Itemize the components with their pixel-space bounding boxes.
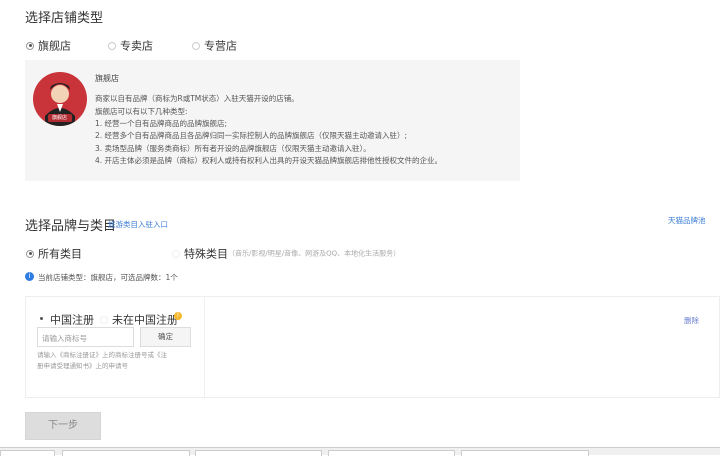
bottom-tab[interactable]	[62, 450, 190, 456]
brand-pool-link[interactable]: 天猫品牌池	[668, 215, 706, 226]
radio-flagship[interactable]: 旗舰店	[26, 35, 71, 54]
brand-section-title: 选择品牌与类目	[25, 219, 117, 234]
shop-type-title: 选择店铺类型	[25, 11, 104, 26]
delete-link[interactable]: 删除	[684, 315, 699, 326]
description-line: 1. 经营一个自有品牌商品的品牌旗舰店;	[95, 119, 228, 128]
radio-exclusive[interactable]: 专卖店	[108, 35, 153, 54]
radio-label: 未在中国注册	[112, 313, 178, 327]
radio-dot	[172, 249, 180, 258]
radio-label: 旗舰店	[38, 39, 71, 53]
radio-dot	[26, 249, 34, 258]
radio-specialty[interactable]: 专营店	[192, 35, 237, 54]
panel-divider	[204, 297, 205, 397]
bottom-tab[interactable]	[328, 450, 455, 456]
info-icon: i	[25, 272, 34, 281]
description-line: 3. 卖场型品牌（服务类商标）所有者开设的品牌旗舰店（仅限天猫主动邀请入驻）。	[95, 144, 371, 153]
bottom-tab-strip	[0, 447, 720, 456]
trademark-hint: 请输入《商标注册证》上的商标注册号或《注	[37, 351, 167, 359]
bottom-tab[interactable]	[461, 450, 589, 456]
description-line: 商家以自有品牌（商标为R或TM状态）入驻天猫开设的店铺。	[95, 94, 299, 103]
description-line: 2. 经营多个自有品牌商品且各品牌归同一实际控制人的品牌旗舰店（仅限天猫主动邀请…	[95, 131, 408, 140]
radio-dot	[192, 41, 200, 50]
radio-dot	[100, 315, 108, 324]
radio-dot	[108, 41, 116, 50]
radio-dot	[38, 316, 46, 324]
trademark-input[interactable]: 请输入商标号	[37, 327, 134, 347]
travel-category-link[interactable]: 旅游类目入驻入口	[108, 219, 168, 230]
radio-label: 特殊类目	[184, 247, 228, 261]
trademark-hint: 册申请受理通知书》上的申请号	[37, 362, 128, 370]
description-heading: 旗舰店	[95, 74, 119, 83]
bottom-tab[interactable]	[0, 450, 55, 456]
radio-china-registered[interactable]: 中国注册	[38, 309, 94, 328]
flagship-avatar: 旗舰店	[33, 72, 87, 126]
radio-label: 所有类目	[38, 247, 82, 261]
confirm-button[interactable]: 确定	[140, 327, 191, 347]
radio-all-categories[interactable]: 所有类目	[26, 243, 82, 262]
brand-count-info: 当前店铺类型：旗舰店，可选品牌数：1个	[38, 273, 178, 282]
radio-label: 专营店	[204, 39, 237, 53]
avatar-badge: 旗舰店	[52, 115, 68, 121]
radio-special-categories[interactable]: 特殊类目（音乐/影视/明星/音像、网游及QQ、本地化生活服务）	[172, 243, 400, 262]
radio-label: 专卖店	[120, 39, 153, 53]
next-step-button[interactable]: 下一步	[25, 412, 101, 440]
special-categories-note: （音乐/影视/明星/音像、网游及QQ、本地化生活服务）	[228, 249, 401, 258]
radio-not-china-registered[interactable]: 未在中国注册	[100, 309, 178, 328]
bottom-tab[interactable]	[195, 450, 322, 456]
radio-dot	[26, 41, 34, 50]
description-line: 4. 开店主体必须是品牌（商标）权利人或持有权利人出具的开设天猫品牌旗舰店排他性…	[95, 156, 443, 165]
radio-label: 中国注册	[50, 313, 94, 327]
description-line: 旗舰店可以有以下几种类型:	[95, 107, 188, 116]
help-icon[interactable]: !	[174, 312, 182, 320]
